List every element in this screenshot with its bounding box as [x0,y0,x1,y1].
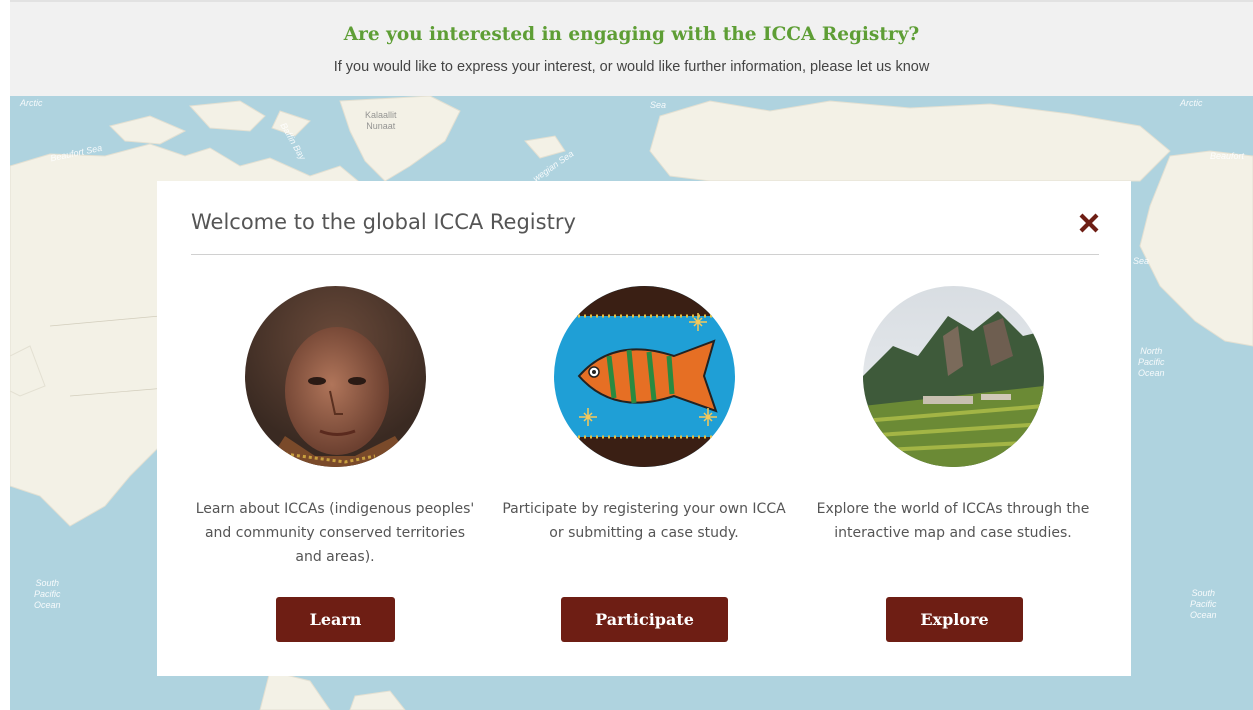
map-label-north-pacific: North Pacific Ocean [1138,346,1165,378]
map-label-beaufort-right: Beaufort [1210,151,1245,161]
modal-divider [191,254,1099,255]
banner-title[interactable]: Are you interested in engaging with the … [10,24,1253,45]
contact-banner[interactable]: Are you interested in engaging with the … [10,0,1253,96]
map-label-arctic-left: Arctic [20,98,43,108]
learn-button[interactable]: Learn [276,597,395,642]
map-label-kalaallit: Kalaallit Nunaat [365,110,397,131]
map-label-south-pacific-left: South Pacific Ocean [34,578,61,610]
modal-title: Welcome to the global ICCA Registry [191,210,576,234]
woman-portrait-image [245,286,426,467]
learn-description: Learn about ICCAs (indigenous peoples' a… [195,501,475,565]
banner-subtitle: If you would like to express your intere… [333,59,930,75]
close-icon[interactable] [1077,211,1101,235]
page-left-margin [0,0,10,710]
explore-button[interactable]: Explore [886,597,1023,642]
explore-description: Explore the world of ICCAs through the i… [816,501,1090,541]
participate-description: Participate by registering your own ICCA… [502,501,786,541]
map-label-sea-right: Sea [1133,256,1150,266]
map-label-arctic-right: Arctic [1180,98,1203,108]
map-label-south-pacific-right: South Pacific Ocean [1190,588,1217,620]
map-label-sea-top: Sea [650,100,667,110]
mountain-landscape-image [863,286,1044,467]
welcome-modal: Welcome to the global ICCA Registry Lear… [157,181,1131,676]
participate-button[interactable]: Participate [561,597,728,642]
fish-painting-image [554,286,735,467]
